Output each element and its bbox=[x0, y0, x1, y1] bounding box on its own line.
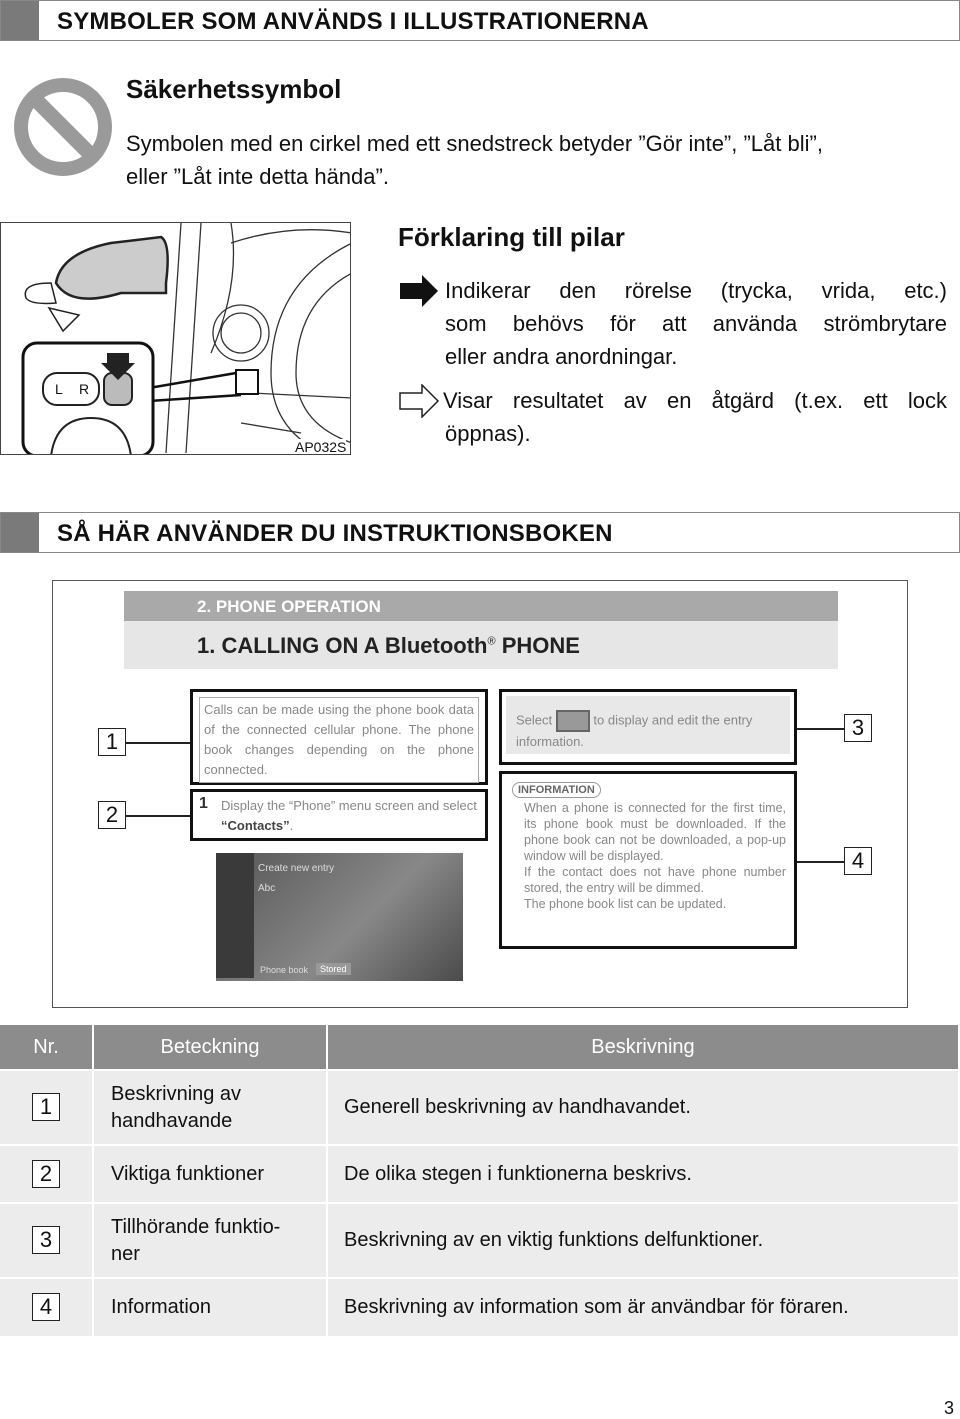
legend-table: Nr. Beteckning Beskrivning 1 Beskrivning… bbox=[0, 1025, 960, 1336]
example-title: 1. CALLING ON A Bluetooth® PHONE bbox=[197, 633, 580, 658]
row-number: 1 bbox=[32, 1093, 60, 1121]
box2-text: Display the “Phone” menu screen and sele… bbox=[221, 798, 477, 813]
step-number: 1 bbox=[199, 795, 208, 812]
table-row: 4 Information Beskrivning av information… bbox=[0, 1277, 960, 1336]
table-header-row: Nr. Beteckning Beskrivning bbox=[0, 1025, 960, 1070]
row-name: Information bbox=[93, 1277, 328, 1336]
switch-label-left: L bbox=[55, 381, 63, 397]
arrow-desc-line: Indikerar den rörelse (trycka, vrida, et… bbox=[445, 278, 947, 303]
table-row: 2 Viktiga funktioner De olika stegen i f… bbox=[0, 1144, 960, 1203]
header-marker bbox=[1, 513, 39, 552]
callout-number-4: 4 bbox=[844, 847, 872, 875]
row-name: Beskrivning av handhavande bbox=[93, 1069, 328, 1145]
callout-box-4: INFORMATION When a phone is connected fo… bbox=[499, 771, 797, 949]
arrow-desc-line: öppnas). bbox=[445, 421, 531, 446]
info-item: The phone book list can be updated. bbox=[524, 897, 727, 911]
section-title: SÅ HÄR ANVÄNDER DU INSTRUKTIONSBOKEN bbox=[57, 520, 613, 547]
arrow-desc-line: Visar resultatet av en åtgärd (t.ex. ett… bbox=[443, 388, 947, 413]
illustration-code: AP032S bbox=[295, 439, 347, 455]
row-number: 4 bbox=[32, 1293, 60, 1321]
title-bar: 1. CALLING ON A Bluetooth® PHONE bbox=[124, 621, 838, 669]
page-number: 3 bbox=[944, 1398, 955, 1418]
edit-icon bbox=[555, 710, 590, 732]
screen-create-entry: Create new entry bbox=[258, 863, 335, 874]
prohibited-icon bbox=[14, 78, 112, 176]
section-header-symbols: SYMBOLER SOM ANVÄNDS I ILLUSTRATIONERNA bbox=[0, 0, 960, 41]
arrows-title: Förklaring till pilar bbox=[398, 222, 625, 252]
callout-number-1: 1 bbox=[98, 728, 126, 756]
section-title: SYMBOLER SOM ANVÄNDS I ILLUSTRATIONERNA bbox=[57, 8, 649, 35]
table-row: 3 Tillhörande funktio-ner Beskrivning av… bbox=[0, 1202, 960, 1278]
table-row: 1 Beskrivning av handhavande Generell be… bbox=[0, 1069, 960, 1145]
switch-label-right: R bbox=[79, 381, 90, 397]
safety-text-line: Symbolen med en cirkel med ett snedstrec… bbox=[126, 131, 823, 156]
example-page-figure: 2. PHONE OPERATION 1. CALLING ON A Bluet… bbox=[52, 580, 908, 1008]
outline-arrow-icon bbox=[399, 384, 440, 418]
arrow-desc-line: som behövs för att använda strömbrytare bbox=[445, 311, 947, 336]
row-name: Viktiga funktioner bbox=[93, 1144, 328, 1203]
callout-box-1: Calls can be made using the phone book d… bbox=[190, 689, 488, 785]
box1-text: Calls can be made using the phone book d… bbox=[199, 697, 479, 783]
row-description: De olika stegen i funktionerna beskrivs. bbox=[327, 1144, 960, 1203]
safety-text-line: eller ”Låt inte detta hända”. bbox=[126, 164, 389, 189]
header-marker bbox=[1, 1, 39, 40]
column-header-description: Beskrivning bbox=[327, 1025, 960, 1070]
row-name: Tillhörande funktio-ner bbox=[93, 1202, 328, 1278]
information-label: INFORMATION bbox=[512, 782, 601, 798]
safety-symbol-title: Säkerhetssymbol bbox=[126, 74, 342, 104]
column-header-name: Beteckning bbox=[93, 1025, 328, 1070]
row-number: 3 bbox=[32, 1226, 60, 1254]
chapter-bar: 2. PHONE OPERATION bbox=[124, 591, 838, 621]
callout-box-3: Select to display and edit the entry inf… bbox=[499, 689, 797, 765]
row-number: 2 bbox=[32, 1159, 60, 1188]
info-item: If the contact does not have phone numbe… bbox=[524, 865, 786, 895]
screen-image: Create new entry Abc Phone book Stored bbox=[216, 853, 463, 998]
screen-tab-stored: Stored bbox=[316, 963, 351, 975]
section-header-howto: SÅ HÄR ANVÄNDER DU INSTRUKTIONSBOKEN bbox=[0, 512, 960, 553]
column-header-nr: Nr. bbox=[0, 1025, 94, 1070]
row-description: Generell beskrivning av handhavandet. bbox=[327, 1069, 960, 1145]
info-item: When a phone is connected for the first … bbox=[524, 801, 786, 863]
row-description: Beskrivning av en viktig funktions delfu… bbox=[327, 1202, 960, 1278]
callout-box-2: 1 Display the “Phone” menu screen and sel… bbox=[190, 789, 488, 841]
screen-tab-phonebook: Phone book bbox=[260, 965, 309, 975]
mirror-illustration: L R AP032S bbox=[0, 222, 351, 455]
arrow-desc-line: eller andra anordningar. bbox=[445, 344, 678, 369]
box2-bold: “Contacts” bbox=[221, 818, 290, 833]
callout-number-2: 2 bbox=[98, 801, 126, 829]
screen-entry: Abc bbox=[258, 883, 276, 894]
chapter-label: 2. PHONE OPERATION bbox=[197, 597, 381, 616]
row-description: Beskrivning av information som är använd… bbox=[327, 1277, 960, 1336]
solid-arrow-icon bbox=[400, 275, 438, 307]
callout-number-3: 3 bbox=[844, 714, 872, 742]
